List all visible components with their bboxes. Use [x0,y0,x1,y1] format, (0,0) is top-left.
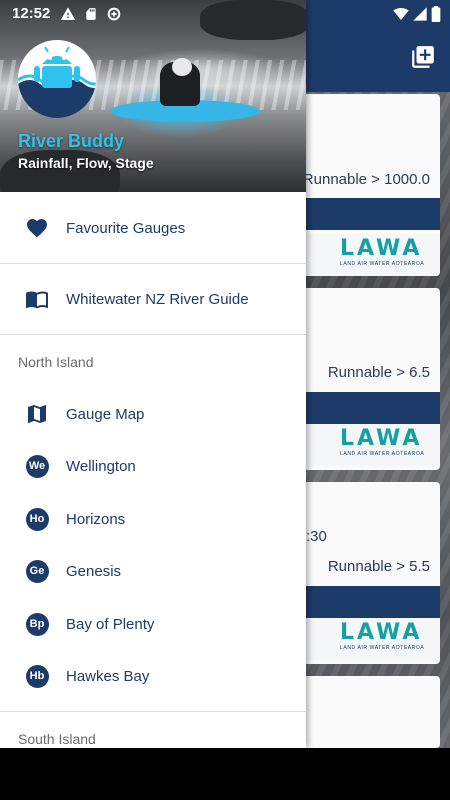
horizons-badge-icon: Ho [25,507,49,531]
runnable-threshold: Runnable > 1000.0 [302,171,430,188]
add-gauge-icon[interactable] [410,44,436,70]
divider [0,711,306,712]
app-tagline: Rainfall, Flow, Stage [18,155,154,171]
divider [0,263,306,264]
heart-icon [25,216,49,240]
status-time: 12:52 [12,5,51,22]
header-helmet [172,58,192,76]
nav-item-label: Gauge Map [66,405,145,423]
nav-item-river-guide[interactable]: Whitewater NZ River Guide [0,273,306,325]
reading-time: :30 [306,528,327,545]
cell-signal-icon [413,7,427,21]
drawer-header: River Buddy Rainfall, Flow, Stage [0,0,306,192]
nav-item-label: Favourite Gauges [66,219,186,237]
nav-item-wellington[interactable]: We Wellington [0,440,306,492]
lawa-logo: LAWA LAND AIR WATER AOTEAROA [340,620,425,652]
lawa-logo: LAWA LAND AIR WATER AOTEAROA [340,236,425,268]
nav-item-label: Genesis [66,562,122,580]
nav-item-label: Bay of Plenty [66,615,155,633]
data-saver-icon [107,7,121,21]
sd-card-icon [86,8,96,20]
section-header-south-island: South Island [18,731,96,747]
hawkes-bay-badge-icon: Hb [25,664,49,688]
nav-item-genesis[interactable]: Ge Genesis [0,545,306,597]
nav-item-favourite-gauges[interactable]: Favourite Gauges [0,202,306,254]
nav-item-label: Wellington [66,457,136,475]
battery-icon [431,6,441,22]
lawa-logo: LAWA LAND AIR WATER AOTEAROA [340,426,425,458]
book-icon [25,287,49,311]
android-logo-icon [18,46,96,118]
wellington-badge-icon: We [25,454,49,478]
bay-of-plenty-badge-icon: Bp [25,612,49,636]
divider [0,334,306,335]
runnable-threshold: Runnable > 6.5 [327,364,430,381]
navigation-drawer: River Buddy Rainfall, Flow, Stage Favour… [0,0,306,748]
wifi-icon [393,8,409,20]
nav-item-horizons[interactable]: Ho Horizons [0,493,306,545]
genesis-badge-icon: Ge [25,559,49,583]
map-icon [25,402,49,426]
runnable-threshold: Runnable > 5.5 [327,558,430,575]
app-name: River Buddy [18,131,125,151]
nav-item-label: Whitewater NZ River Guide [66,290,249,308]
nav-item-hawkes-bay[interactable]: Hb Hawkes Bay [0,650,306,702]
system-navigation-bar [0,748,450,800]
status-bar: 12:52 [0,0,450,28]
nav-item-label: Hawkes Bay [66,667,150,685]
nav-item-gauge-map[interactable]: Gauge Map [0,388,306,440]
warning-icon [60,7,76,20]
section-header-north-island: North Island [18,354,94,370]
nav-item-label: Horizons [66,510,126,528]
app-logo [18,40,96,118]
nav-item-bay-of-plenty[interactable]: Bp Bay of Plenty [0,598,306,650]
